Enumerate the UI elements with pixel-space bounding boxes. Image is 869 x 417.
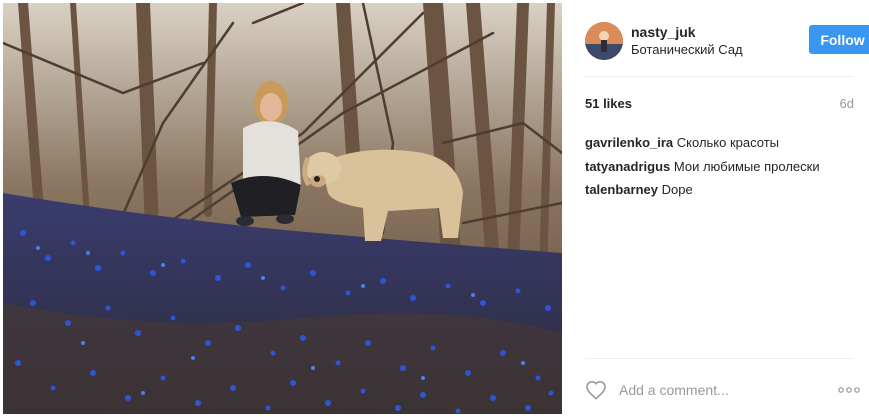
add-comment-input[interactable] — [619, 379, 819, 401]
avatar[interactable] — [585, 22, 623, 60]
comment-author[interactable]: tatyanadrigus — [585, 159, 670, 174]
photo-image — [3, 3, 562, 414]
footer-divider — [585, 358, 854, 359]
likes-count[interactable]: 51 likes — [585, 96, 632, 111]
follow-button[interactable]: Follow — [809, 25, 869, 54]
comment-text: Мои любимые пролески — [673, 158, 820, 174]
comment-item: talenbarney Dope — [585, 178, 860, 202]
comment-text: Сколько красоты — [676, 135, 780, 150]
avatar-image — [585, 22, 623, 60]
header-divider — [585, 76, 854, 77]
post-card: nasty_juk Ботанический Сад Follow 51 lik… — [0, 0, 869, 417]
comments-list: gavrilenko_ira Сколько красоты tatyanadr… — [585, 131, 860, 202]
comment-item: tatyanadrigus Мои любимые пролески — [585, 155, 860, 179]
post-header: nasty_juk Ботанический Сад Follow — [585, 20, 869, 62]
post-details-panel: nasty_juk Ботанический Сад Follow 51 lik… — [563, 0, 869, 417]
username-link[interactable]: nasty_juk — [631, 24, 696, 40]
comment-text: Dope — [661, 182, 693, 197]
heart-icon[interactable] — [585, 380, 607, 400]
comment-author[interactable]: talenbarney — [585, 182, 658, 197]
comment-author[interactable]: gavrilenko_ira — [585, 135, 673, 150]
post-photo[interactable] — [3, 3, 562, 414]
comment-footer — [585, 375, 860, 405]
location-link[interactable]: Ботанический Сад — [631, 42, 743, 57]
comment-item: gavrilenko_ira Сколько красоты — [585, 131, 860, 155]
post-time[interactable]: 6d — [840, 96, 854, 111]
more-icon[interactable] — [838, 387, 860, 393]
